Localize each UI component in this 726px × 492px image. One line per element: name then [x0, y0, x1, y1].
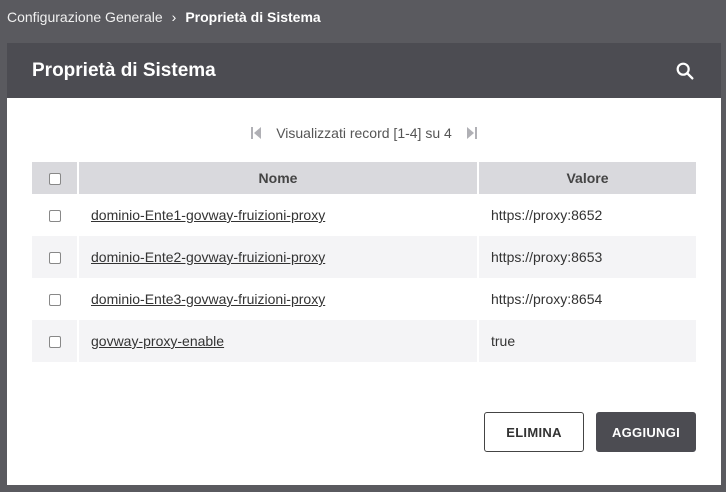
- property-value: https://proxy:8654: [491, 291, 603, 307]
- row-checkbox[interactable]: [48, 294, 61, 307]
- select-all-checkbox[interactable]: [48, 173, 61, 186]
- table-row: dominio-Ente2-govway-fruizioni-proxy htt…: [32, 236, 696, 278]
- pagination: Visualizzati record [1-4] su 4: [7, 122, 721, 144]
- breadcrumb-separator: ›: [171, 9, 177, 25]
- property-value: https://proxy:8653: [478, 236, 696, 278]
- breadcrumb: Configurazione Generale › Proprietà di S…: [7, 9, 321, 25]
- property-name-link[interactable]: dominio-Ente3-govway-fruizioni-proxy: [91, 291, 325, 307]
- table-row: dominio-Ente3-govway-fruizioni-proxy htt…: [32, 278, 696, 320]
- action-bar: ELIMINA AGGIUNGI: [484, 412, 696, 452]
- add-button[interactable]: AGGIUNGI: [596, 412, 696, 452]
- property-name-link[interactable]: dominio-Ente2-govway-fruizioni-proxy: [91, 249, 325, 265]
- column-header-name[interactable]: Nome: [78, 162, 479, 194]
- property-name-link[interactable]: govway-proxy-enable: [91, 333, 224, 349]
- property-value: https://proxy:8652: [491, 207, 603, 223]
- row-checkbox[interactable]: [48, 252, 61, 265]
- row-checkbox[interactable]: [48, 210, 61, 223]
- first-page-icon[interactable]: [249, 126, 263, 140]
- properties-table: Nome Valore dominio-Ente1-govway-fruizio…: [32, 162, 696, 362]
- breadcrumb-parent[interactable]: Configurazione Generale: [7, 9, 163, 25]
- page-title: Proprietà di Sistema: [32, 59, 216, 81]
- table-header-row: Nome Valore: [32, 162, 696, 194]
- table-row: dominio-Ente1-govway-fruizioni-proxy htt…: [32, 194, 696, 236]
- panel-header: Proprietà di Sistema: [7, 43, 721, 98]
- delete-button[interactable]: ELIMINA: [484, 412, 584, 452]
- search-icon[interactable]: [674, 60, 696, 82]
- property-name-link[interactable]: dominio-Ente1-govway-fruizioni-proxy: [91, 207, 325, 223]
- select-all-cell: [32, 162, 79, 194]
- last-page-icon[interactable]: [465, 126, 479, 140]
- property-value: true: [478, 320, 696, 362]
- column-header-value[interactable]: Valore: [478, 162, 696, 194]
- table-row: govway-proxy-enable true: [32, 320, 696, 362]
- row-checkbox[interactable]: [48, 336, 61, 349]
- pagination-text: Visualizzati record [1-4] su 4: [276, 125, 452, 141]
- breadcrumb-current: Proprietà di Sistema: [185, 9, 321, 25]
